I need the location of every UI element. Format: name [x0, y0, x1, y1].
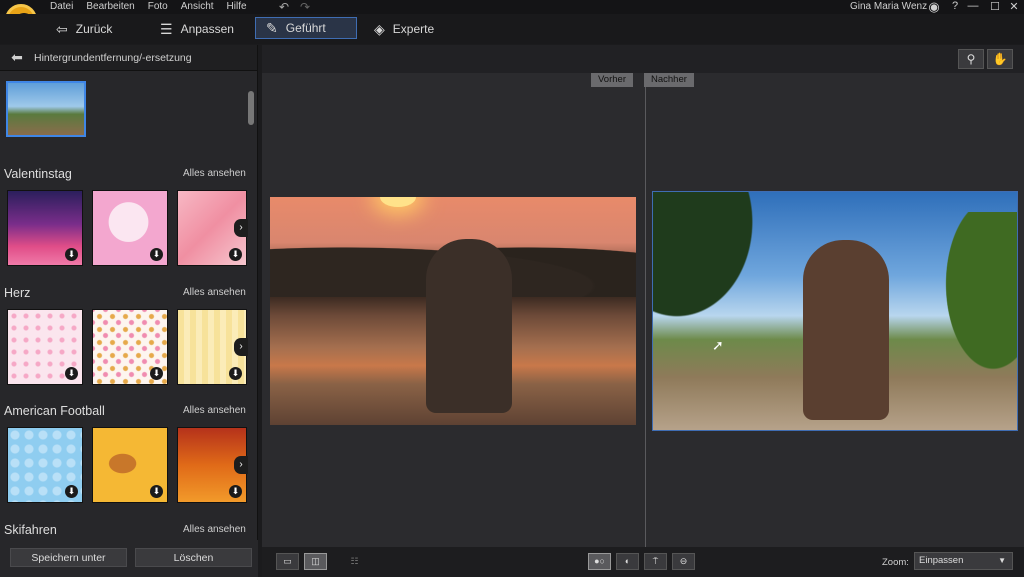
tree-right — [933, 212, 1017, 392]
undo-icon[interactable]: ↶ — [279, 0, 289, 14]
background-tile[interactable]: ⬇ — [7, 309, 83, 385]
category-title-valentinstag: Valentinstag — [4, 167, 72, 181]
mouse-cursor-icon: ➚ — [712, 337, 724, 353]
adjust-label: Anpassen — [180, 22, 234, 36]
guided-label: Geführt — [285, 21, 326, 35]
category-title-american-football: American Football — [4, 404, 105, 418]
see-all-link-valentinstag[interactable]: Alles ansehen — [183, 168, 246, 179]
user-icon[interactable]: ◉ — [927, 0, 941, 15]
layout-icon[interactable]: ☷ — [343, 553, 366, 570]
hand-icon[interactable]: ✋ — [987, 49, 1013, 69]
back-label: Zurück — [75, 22, 113, 36]
sliders-icon: ☰ — [160, 20, 173, 37]
download-icon[interactable]: ⬇ — [65, 367, 78, 380]
compare-side-icon[interactable]: ●○ — [588, 553, 611, 570]
compare-divider — [645, 87, 646, 547]
category-title-herz: Herz — [4, 286, 31, 300]
minimize-icon[interactable]: — — [966, 0, 980, 12]
background-tile[interactable]: ⬇ — [7, 427, 83, 503]
bottom-bar — [262, 547, 1024, 577]
delete-button[interactable]: Löschen — [135, 548, 252, 567]
pine-branches — [653, 192, 773, 342]
see-all-link-skifahren[interactable]: Alles ansehen — [183, 524, 246, 535]
zoom-label: Zoom: — [882, 557, 909, 568]
help-icon[interactable]: ? — [948, 0, 962, 12]
after-photo — [652, 191, 1018, 431]
adjust-tab[interactable]: ☰ Anpassen — [150, 18, 244, 40]
download-icon[interactable]: ⬇ — [150, 485, 163, 498]
before-label: Vorher — [591, 73, 633, 87]
view-tools-strip — [262, 45, 1024, 73]
elephant-shape — [426, 239, 512, 413]
background-tile[interactable]: ⬇ — [92, 190, 168, 266]
compare-horizontal-icon[interactable]: ⊖ — [672, 553, 695, 570]
after-label: Nachher — [644, 73, 694, 87]
split-view-icon[interactable]: ◫ — [304, 553, 327, 570]
back-button[interactable]: ⇦ Zurück — [46, 18, 122, 40]
chevron-right-icon[interactable]: › — [234, 219, 248, 237]
sidebar-title: Hintergrundentfernung/-ersetzung — [34, 51, 192, 64]
selected-photo-thumbnail[interactable] — [6, 81, 86, 137]
download-icon[interactable]: ⬇ — [150, 248, 163, 261]
sidebar-scrollbar[interactable] — [248, 45, 254, 505]
category-title-skifahren: Skifahren — [4, 523, 57, 537]
menu-bar: Datei Bearbeiten Foto Ansicht Hilfe — [50, 1, 247, 12]
chevron-right-icon[interactable]: › — [234, 456, 248, 474]
background-tile[interactable]: ⬇ — [92, 309, 168, 385]
elephant-shape — [803, 240, 889, 420]
chevron-right-icon[interactable]: › — [234, 338, 248, 356]
menu-foto[interactable]: Foto — [148, 1, 168, 12]
see-all-link-herz[interactable]: Alles ansehen — [183, 287, 246, 298]
download-icon[interactable]: ⬇ — [65, 485, 78, 498]
zoom-value: Einpassen — [919, 555, 964, 566]
single-view-icon[interactable]: ▭ — [276, 553, 299, 570]
compare-vertical-icon[interactable]: ⍑ — [644, 553, 667, 570]
download-icon[interactable]: ⬇ — [65, 248, 78, 261]
scrollbar-thumb[interactable] — [248, 91, 254, 125]
download-icon[interactable]: ⬇ — [150, 367, 163, 380]
close-icon[interactable]: ✕ — [1007, 0, 1021, 13]
chevron-down-icon: ▼ — [998, 556, 1006, 565]
maximize-icon[interactable]: ☐ — [988, 0, 1002, 13]
zoom-icon[interactable]: ⚲ — [958, 49, 984, 69]
menu-bearbeiten[interactable]: Bearbeiten — [86, 1, 134, 12]
back-arrow-icon: ⇦ — [56, 20, 68, 37]
expert-label: Experte — [392, 22, 435, 36]
download-icon[interactable]: ⬇ — [229, 367, 242, 380]
download-icon[interactable]: ⬇ — [229, 485, 242, 498]
menu-ansicht[interactable]: Ansicht — [181, 1, 214, 12]
save-as-button[interactable]: Speichern unter — [10, 548, 127, 567]
magic-wand-icon: ✎ — [266, 19, 278, 36]
before-photo — [270, 197, 636, 425]
redo-icon[interactable]: ↷ — [300, 0, 310, 14]
menu-hilfe[interactable]: Hilfe — [227, 1, 247, 12]
menu-datei[interactable]: Datei — [50, 1, 73, 12]
sidebar-header: ⬅ Hintergrundentfernung/-ersetzung — [0, 45, 257, 71]
sidebar-back-icon[interactable]: ⬅ — [0, 49, 34, 66]
guided-tab[interactable]: ✎ Geführt — [255, 17, 357, 39]
see-all-link-american-football[interactable]: Alles ansehen — [183, 405, 246, 416]
expert-tab[interactable]: ◈ Experte — [364, 18, 444, 40]
user-name: Gina Maria Wenz — [850, 1, 928, 12]
sun-shape — [380, 197, 416, 207]
zoom-select[interactable]: Einpassen ▼ — [914, 552, 1013, 570]
layers-icon: ◈ — [374, 20, 385, 37]
background-tile[interactable]: ⬇ — [7, 190, 83, 266]
download-icon[interactable]: ⬇ — [229, 248, 242, 261]
compare-half-icon[interactable]: ◐ — [616, 553, 639, 570]
background-tile[interactable]: ⬇ — [92, 427, 168, 503]
